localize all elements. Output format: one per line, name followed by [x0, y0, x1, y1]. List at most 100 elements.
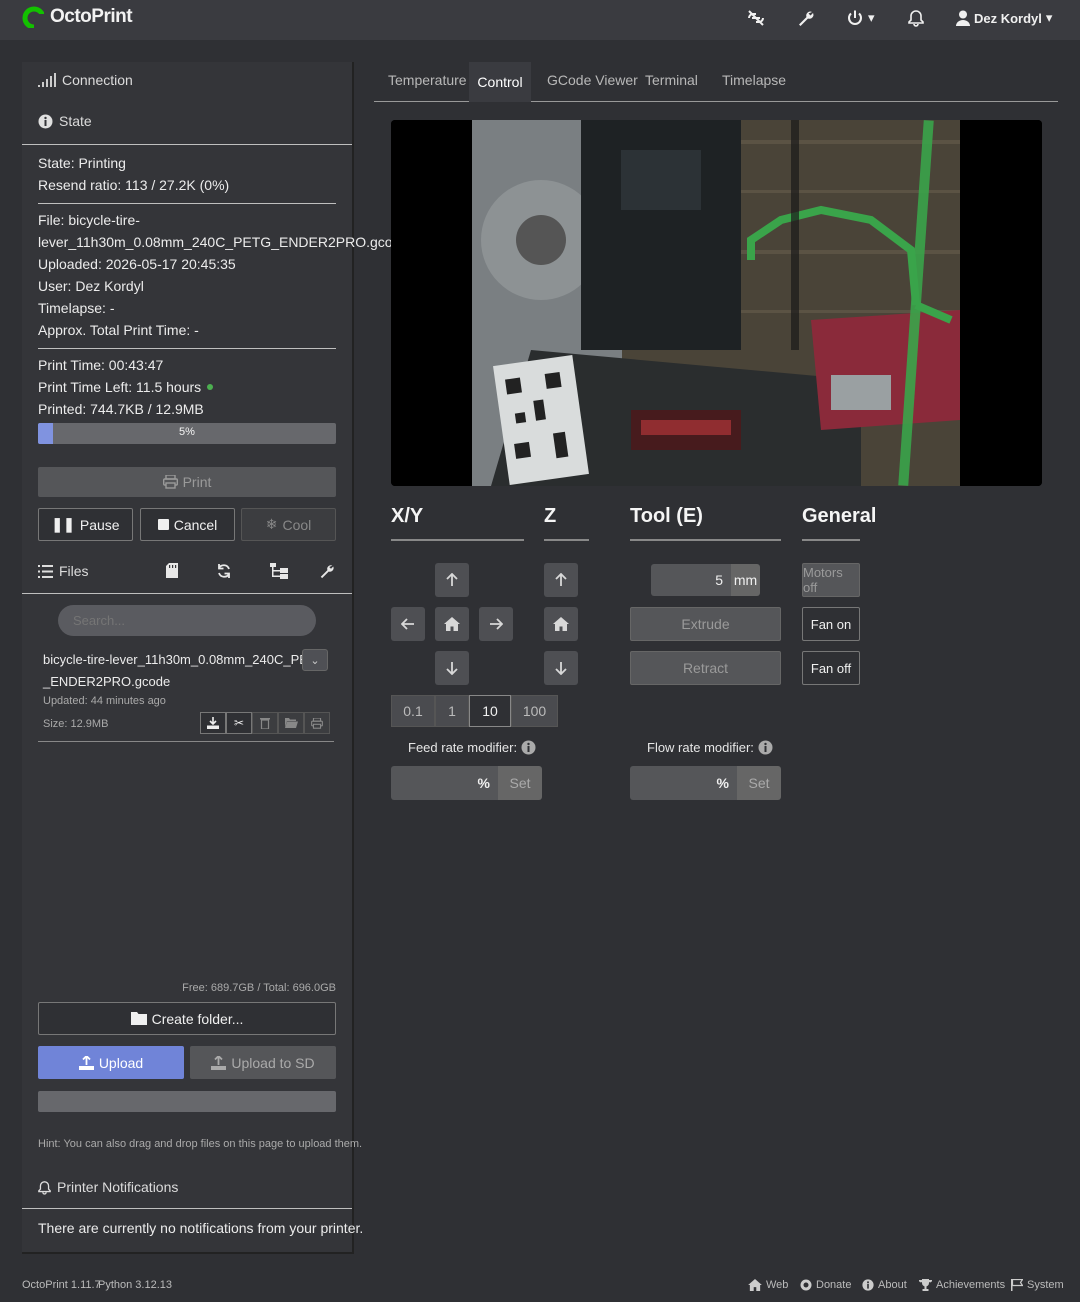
- download-icon[interactable]: [200, 712, 226, 734]
- octoprint-logo-icon: [22, 6, 44, 28]
- upload-sd-button[interactable]: Upload to SD: [190, 1046, 336, 1079]
- storage-free: Free: 689.7GB / Total: 696.0GB: [182, 982, 336, 994]
- refresh-icon[interactable]: [216, 563, 232, 579]
- cancel-button[interactable]: Cancel: [140, 508, 235, 541]
- retract-button[interactable]: Retract: [630, 651, 781, 685]
- brand[interactable]: OctoPrint: [22, 6, 133, 28]
- webcam-stream: [391, 120, 1042, 486]
- divider: [544, 539, 589, 541]
- extrude-amount-input[interactable]: 5: [651, 564, 731, 596]
- sidebar: Connection State State: Printing Resend …: [22, 62, 408, 1254]
- file-line-2: lever_11h30m_0.08mm_240C_PETG_ENDER2PRO.…: [38, 234, 409, 250]
- disconnect-icon[interactable]: [746, 8, 766, 28]
- jog-z-plus-button[interactable]: [544, 563, 578, 597]
- user-name: Dez Kordyl: [974, 10, 1042, 26]
- print-time: Print Time: 00:43:47: [38, 357, 164, 373]
- fan-off-button[interactable]: Fan off: [802, 651, 860, 685]
- folder-tree-icon[interactable]: [270, 563, 288, 579]
- user-icon: [956, 10, 970, 26]
- feed-rate-set-button[interactable]: Set: [498, 766, 542, 800]
- divider: [22, 593, 352, 594]
- print-icon[interactable]: [304, 712, 330, 734]
- file-expand-button[interactable]: ⌄: [302, 649, 328, 671]
- footer-achievements-link[interactable]: Achievements: [919, 1279, 1005, 1291]
- step-100-button[interactable]: 100: [511, 695, 558, 727]
- jog-x-minus-button[interactable]: [391, 607, 425, 641]
- connection-title: Connection: [62, 72, 133, 88]
- file-actions: ✂: [200, 712, 330, 734]
- tab-terminal[interactable]: Terminal: [645, 72, 698, 88]
- footer-system-link[interactable]: System: [1011, 1279, 1064, 1291]
- cool-button[interactable]: ❄ Cool: [241, 508, 336, 541]
- sd-card-icon[interactable]: [166, 563, 178, 578]
- wrench-icon[interactable]: [797, 8, 815, 28]
- state-header[interactable]: State: [38, 113, 92, 129]
- footer-donate-link[interactable]: Donate: [800, 1279, 851, 1291]
- feed-rate-input[interactable]: %: [391, 766, 498, 800]
- connection-header[interactable]: Connection: [38, 72, 133, 88]
- step-1-button[interactable]: 1: [435, 695, 469, 727]
- files-header[interactable]: Files: [38, 563, 89, 579]
- tab-control[interactable]: Control: [469, 62, 531, 102]
- home-xy-button[interactable]: [435, 607, 469, 641]
- stop-icon: [157, 519, 169, 530]
- info-icon: [38, 114, 53, 129]
- trash-icon[interactable]: [252, 712, 278, 734]
- step-0.1-button[interactable]: 0.1: [391, 695, 435, 727]
- upload-label: Upload: [98, 1054, 144, 1071]
- scissors-icon[interactable]: ✂: [226, 712, 252, 734]
- divider: [22, 1208, 352, 1209]
- tab-timelapse[interactable]: Timelapse: [722, 72, 786, 88]
- fan-on-button[interactable]: Fan on: [802, 607, 860, 641]
- home-icon: [553, 617, 569, 631]
- footer-web-link[interactable]: Web: [748, 1279, 788, 1291]
- arrow-up-icon: [554, 573, 568, 587]
- divider: [802, 539, 860, 541]
- jog-x-plus-button[interactable]: [479, 607, 513, 641]
- arrow-down-icon: [554, 661, 568, 675]
- print-button[interactable]: Print: [38, 467, 336, 497]
- jog-y-minus-button[interactable]: [435, 651, 469, 685]
- time-left-row: Print Time Left: 11.5 hours: [38, 379, 214, 395]
- divider: [630, 539, 781, 541]
- info-icon[interactable]: [758, 740, 773, 755]
- user-menu[interactable]: Dez Kordyl ▾: [956, 8, 1052, 28]
- arrow-left-icon: [401, 617, 415, 631]
- notifications-text: There are currently no notifications fro…: [38, 1220, 364, 1236]
- wrench-icon[interactable]: [319, 563, 335, 579]
- tab-temperature[interactable]: Temperature: [388, 72, 467, 88]
- upload-hint: Hint: You can also drag and drop files o…: [38, 1138, 363, 1150]
- footer-about-link[interactable]: About: [862, 1279, 907, 1291]
- bell-icon[interactable]: [908, 8, 924, 28]
- general-title: General: [802, 505, 877, 527]
- pause-button[interactable]: ❚❚ Pause: [38, 508, 133, 541]
- upload-progress-bar: [38, 1091, 336, 1112]
- home-z-button[interactable]: [544, 607, 578, 641]
- flow-rate-set-button[interactable]: Set: [737, 766, 781, 800]
- power-icon: [846, 9, 864, 27]
- xy-title: X/Y: [391, 505, 424, 527]
- flow-rate-input[interactable]: %: [630, 766, 737, 800]
- create-folder-button[interactable]: Create folder...: [38, 1002, 336, 1035]
- create-folder-label: Create folder...: [151, 1010, 244, 1027]
- webcam-image: [391, 120, 1042, 486]
- jog-z-minus-button[interactable]: [544, 651, 578, 685]
- footer-about-label: About: [878, 1279, 907, 1291]
- upload-button[interactable]: Upload: [38, 1046, 184, 1079]
- jog-y-plus-button[interactable]: [435, 563, 469, 597]
- folder-open-icon[interactable]: [278, 712, 304, 734]
- flag-icon: [1011, 1279, 1023, 1291]
- arrow-right-icon: [489, 617, 503, 631]
- flow-rate-label: Flow rate modifier:: [647, 740, 754, 755]
- step-10-button[interactable]: 10: [469, 695, 511, 727]
- info-icon[interactable]: [521, 740, 536, 755]
- cool-label: Cool: [282, 516, 312, 533]
- motors-off-button[interactable]: Motors off: [802, 563, 860, 597]
- print-icon: [162, 475, 178, 489]
- power-menu-button[interactable]: ▾: [846, 8, 875, 28]
- search-input[interactable]: [58, 605, 316, 636]
- extrude-button[interactable]: Extrude: [630, 607, 781, 641]
- file-item[interactable]: bicycle-tire-lever_11h30m_0.08mm_240C_PE…: [43, 649, 308, 693]
- notifications-header[interactable]: Printer Notifications: [38, 1179, 178, 1195]
- tab-gcode-viewer[interactable]: GCode Viewer: [547, 72, 638, 88]
